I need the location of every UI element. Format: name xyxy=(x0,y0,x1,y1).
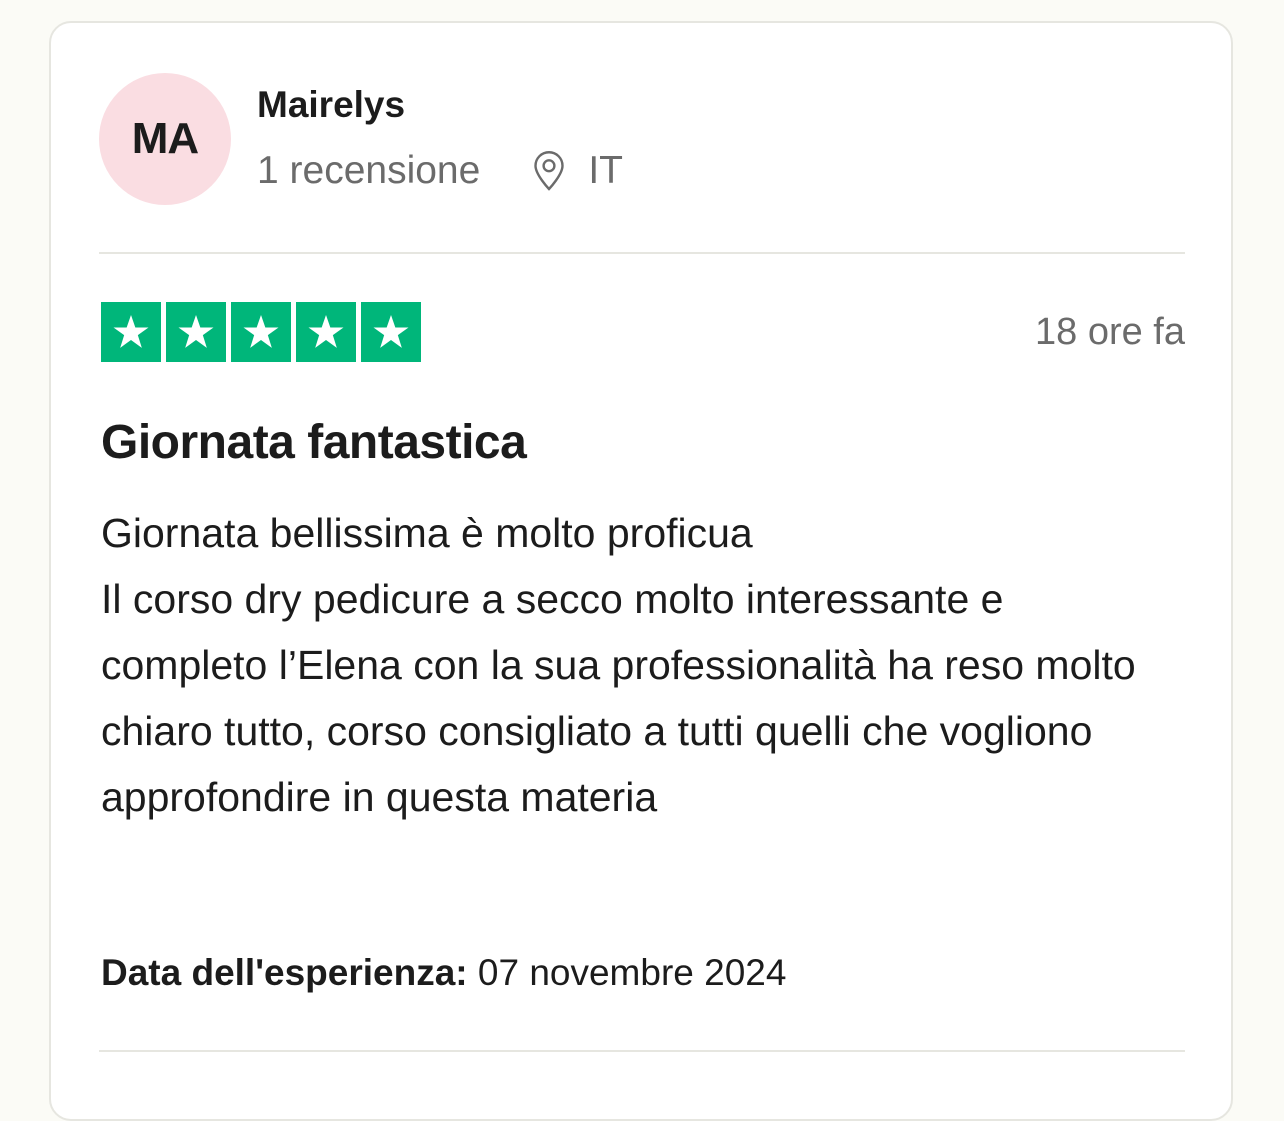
rating-row: 18 ore fa xyxy=(101,302,1185,364)
country-code: IT xyxy=(588,149,623,192)
star-icon xyxy=(101,302,161,362)
header-divider xyxy=(99,252,1185,254)
experience-date: Data dell'esperienza: 07 novembre 2024 xyxy=(101,949,786,997)
reviewer-meta: 1 recensione IT xyxy=(257,147,623,195)
star-icon xyxy=(231,302,291,362)
star-icon xyxy=(296,302,356,362)
reviewer-header: MA Mairelys 1 recensione IT xyxy=(99,71,1185,205)
location-pin-icon xyxy=(534,151,565,191)
review-card: MA Mairelys 1 recensione IT 18 ore fa Gi… xyxy=(49,21,1233,1121)
review-count: 1 recensione xyxy=(257,149,481,192)
star-icon xyxy=(166,302,226,362)
review-title[interactable]: Giornata fantastica xyxy=(101,415,527,471)
avatar[interactable]: MA xyxy=(99,73,231,205)
star-icon xyxy=(361,302,421,362)
review-time[interactable]: 18 ore fa xyxy=(1035,310,1185,354)
experience-date-value: 07 novembre 2024 xyxy=(477,952,787,993)
review-body: Giornata bellissima è molto proficua Il … xyxy=(101,510,1136,820)
star-rating xyxy=(101,302,421,362)
reviewer-name[interactable]: Mairelys xyxy=(257,83,405,127)
footer-divider xyxy=(99,1050,1185,1052)
reviewer-location: IT xyxy=(530,149,623,193)
experience-label: Data dell'esperienza: xyxy=(101,952,468,993)
